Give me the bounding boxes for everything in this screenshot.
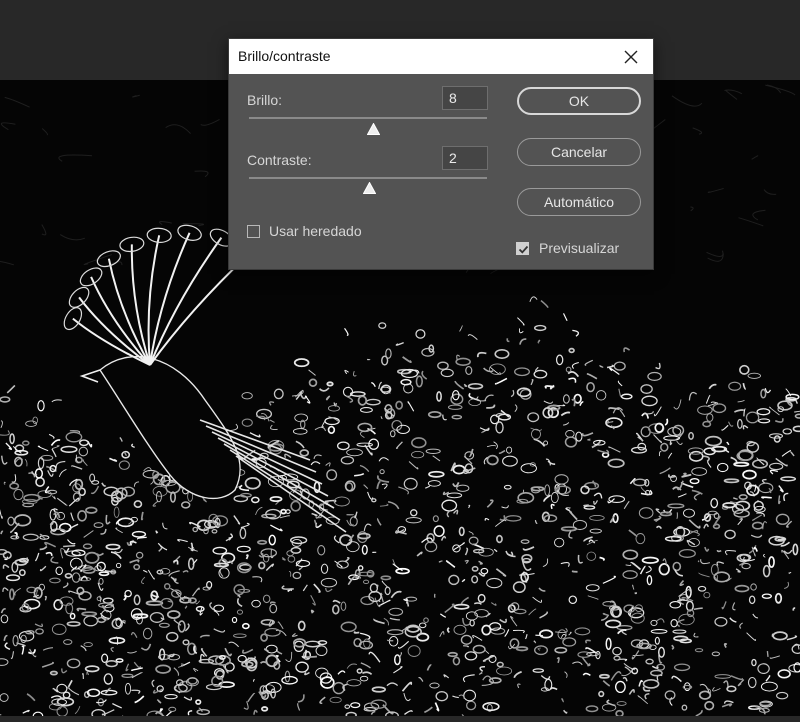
dialog-title: Brillo/contraste: [238, 48, 331, 64]
auto-button[interactable]: Automático: [517, 188, 641, 216]
brightness-label: Brillo:: [247, 92, 283, 108]
contrast-slider-thumb[interactable]: [363, 182, 376, 194]
legacy-checkbox[interactable]: [247, 225, 260, 238]
contrast-slider-track[interactable]: [249, 177, 487, 179]
workspace-bottom-strip: [0, 716, 800, 722]
auto-button-label: Automático: [543, 194, 615, 210]
ok-button-label: OK: [568, 93, 590, 109]
preview-label: Previsualizar: [539, 240, 620, 256]
checkmark-icon: [518, 245, 529, 254]
brightness-input[interactable]: [442, 86, 488, 110]
brightness-slider-thumb[interactable]: [367, 123, 380, 135]
preview-checkbox[interactable]: [516, 242, 529, 255]
contrast-input[interactable]: [442, 146, 488, 170]
close-icon: [624, 50, 638, 63]
cancel-button-label: Cancelar: [550, 144, 608, 160]
brightness-contrast-dialog: Brillo/contraste Brillo: Contraste: Usar…: [228, 38, 654, 270]
brightness-slider-track[interactable]: [249, 117, 487, 119]
ok-button[interactable]: OK: [517, 87, 641, 115]
legacy-label: Usar heredado: [269, 223, 362, 239]
cancel-button[interactable]: Cancelar: [517, 138, 641, 166]
contrast-label: Contraste:: [247, 152, 312, 168]
close-button[interactable]: [609, 39, 653, 74]
dialog-titlebar[interactable]: Brillo/contraste: [229, 39, 653, 74]
